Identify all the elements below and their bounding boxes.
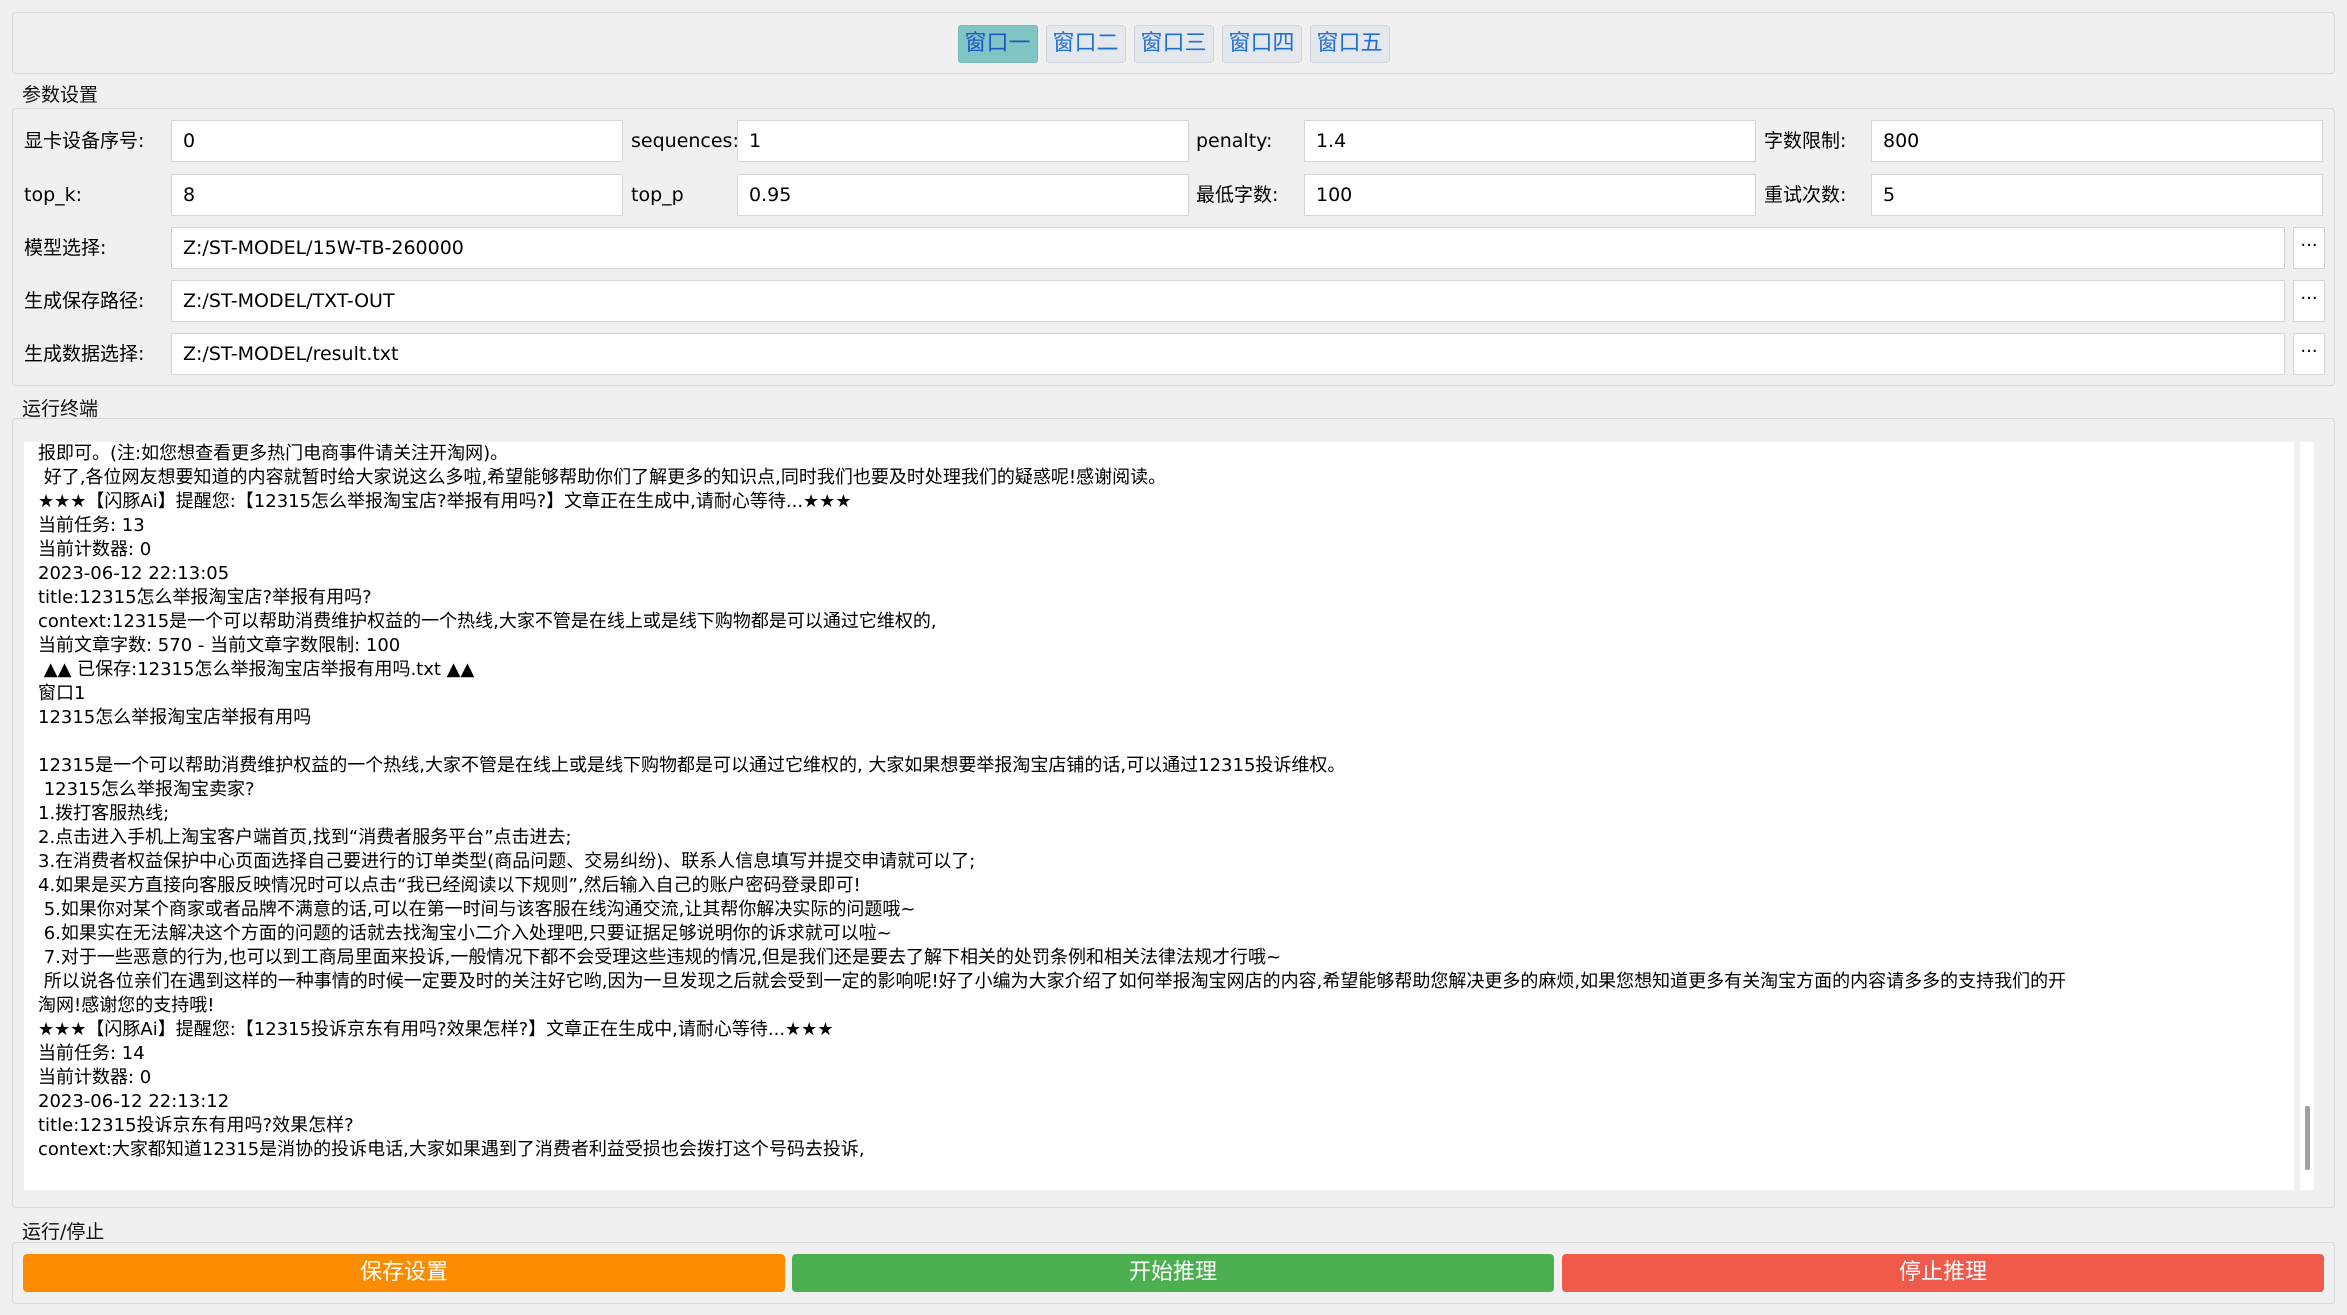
terminal-line: context:12315是一个可以帮助消费维护权益的一个热线,大家不管是在线上…	[38, 611, 937, 632]
params-section-title: 参数设置	[22, 84, 99, 106]
data-select-browse-button[interactable]: ···	[2293, 333, 2325, 375]
terminal-line: 5.如果你对某个商家或者品牌不满意的话,可以在第一时间与该客服在线沟通交流,让其…	[38, 899, 916, 920]
terminal-line: 2.点击进入手机上淘宝客户端首页,找到“消费者服务平台”点击进去;	[38, 827, 572, 848]
terminal-line: 当前任务: 14	[38, 1043, 145, 1064]
terminal-line: 3.在消费者权益保护中心页面选择自己要进行的订单类型(商品问题、交易纠纷)、联系…	[38, 851, 976, 872]
window-tab-4[interactable]: 窗口四	[1221, 25, 1302, 63]
terminal-line: 好了,各位网友想要知道的内容就暂时给大家说这么多啦,希望能够帮助你们了解更多的知…	[38, 467, 1167, 488]
terminal-scroll-thumb[interactable]	[2305, 1106, 2310, 1170]
terminal-line: title:12315投诉京东有用吗?效果怎样?	[38, 1115, 354, 1136]
word-limit-label: 字数限制:	[1764, 130, 1847, 152]
terminal-line: 12315怎么举报淘宝店举报有用吗	[38, 707, 312, 728]
terminal-line: 6.如果实在无法解决这个方面的问题的话就去找淘宝小二介入处理吧,只要证据足够说明…	[38, 923, 892, 944]
gpu-label: 显卡设备序号:	[24, 130, 145, 152]
terminal-scrollbar[interactable]	[2300, 442, 2314, 1190]
window-tab-3[interactable]: 窗口三	[1133, 25, 1214, 63]
stop-inference-button[interactable]: 停止推理	[1562, 1254, 2324, 1292]
window-tab-2[interactable]: 窗口二	[1045, 25, 1126, 63]
terminal-line: 1.拨打客服热线;	[38, 803, 170, 824]
model-path-input[interactable]: Z:/ST-MODEL/15W-TB-260000	[171, 227, 2285, 269]
save-path-label: 生成保存路径:	[24, 290, 145, 312]
window-tabs: 窗口一 窗口二 窗口三 窗口四 窗口五	[13, 25, 2334, 63]
data-select-input[interactable]: Z:/ST-MODEL/result.txt	[171, 333, 2285, 375]
terminal-line: 报即可。(注:如您想查看更多热门电商事件请关注开淘网)。	[38, 443, 509, 464]
topp-input[interactable]: 0.95	[737, 174, 1189, 216]
terminal-line: ★★★【闪豚Ai】提醒您:【12315投诉京东有用吗?效果怎样?】文章正在生成中…	[38, 1019, 834, 1040]
window-tab-1[interactable]: 窗口一	[957, 25, 1038, 63]
penalty-label: penalty:	[1196, 130, 1273, 152]
terminal-line: title:12315怎么举报淘宝店?举报有用吗?	[38, 587, 372, 608]
gpu-input[interactable]: 0	[171, 120, 623, 162]
terminal-line: 所以说各位亲们在遇到这样的一种事情的时候一定要及时的关注好它哟,因为一旦发现之后…	[38, 971, 2067, 992]
topk-input[interactable]: 8	[171, 174, 623, 216]
sequences-input[interactable]: 1	[737, 120, 1189, 162]
topp-label: top_p	[631, 184, 684, 206]
start-inference-button[interactable]: 开始推理	[792, 1254, 1554, 1292]
word-limit-input[interactable]: 800	[1871, 120, 2323, 162]
terminal-line: 7.对于一些恶意的行为,也可以到工商局里面来投诉,一般情况下都不会受理这些违规的…	[38, 947, 1282, 968]
terminal-line: 窗口1	[38, 683, 86, 704]
window-tab-bar: 窗口一 窗口二 窗口三 窗口四 窗口五	[12, 12, 2335, 74]
retry-label: 重试次数:	[1764, 184, 1847, 206]
terminal-line: 2023-06-12 22:13:12	[38, 1091, 230, 1112]
min-words-label: 最低字数:	[1196, 184, 1279, 206]
terminal-line: ★★★【闪豚Ai】提醒您:【12315怎么举报淘宝店?举报有用吗?】文章正在生成…	[38, 491, 852, 512]
terminal-line: 当前计数器: 0	[38, 1067, 152, 1088]
save-path-input[interactable]: Z:/ST-MODEL/TXT-OUT	[171, 280, 2285, 322]
retry-input[interactable]: 5	[1871, 174, 2323, 216]
terminal-line: context:大家都知道12315是消协的投诉电话,大家如果遇到了消费者利益受…	[38, 1139, 865, 1160]
model-browse-button[interactable]: ···	[2293, 227, 2325, 269]
terminal-line: 当前任务: 13	[38, 515, 145, 536]
terminal-line: 当前文章字数: 570 - 当前文章字数限制: 100	[38, 635, 401, 656]
terminal-line: 当前计数器: 0	[38, 539, 152, 560]
window-tab-5[interactable]: 窗口五	[1309, 25, 1390, 63]
control-section-title: 运行/停止	[22, 1221, 105, 1243]
model-label: 模型选择:	[24, 237, 107, 259]
save-settings-button[interactable]: 保存设置	[23, 1254, 785, 1292]
terminal-line: 2023-06-12 22:13:05	[38, 563, 230, 584]
terminal-line: 12315是一个可以帮助消费维护权益的一个热线,大家不管是在线上或是线下购物都是…	[38, 755, 1346, 776]
data-select-label: 生成数据选择:	[24, 343, 145, 365]
terminal-output[interactable]: 报即可。(注:如您想查看更多热门电商事件请关注开淘网)。 好了,各位网友想要知道…	[24, 442, 2294, 1190]
save-path-browse-button[interactable]: ···	[2293, 280, 2325, 322]
min-words-input[interactable]: 100	[1304, 174, 1756, 216]
terminal-section-title: 运行终端	[22, 398, 99, 420]
sequences-label: sequences:	[631, 130, 739, 152]
terminal-line: 12315怎么举报淘宝卖家?	[38, 779, 255, 800]
penalty-input[interactable]: 1.4	[1304, 120, 1756, 162]
terminal-line: ▲▲ 已保存:12315怎么举报淘宝店举报有用吗.txt ▲▲	[38, 659, 475, 680]
topk-label: top_k:	[24, 184, 83, 206]
terminal-line: 淘网!感谢您的支持哦!	[38, 995, 215, 1016]
terminal-line: 4.如果是买方直接向客服反映情况时可以点击“我已经阅读以下规则”,然后输入自己的…	[38, 875, 861, 896]
